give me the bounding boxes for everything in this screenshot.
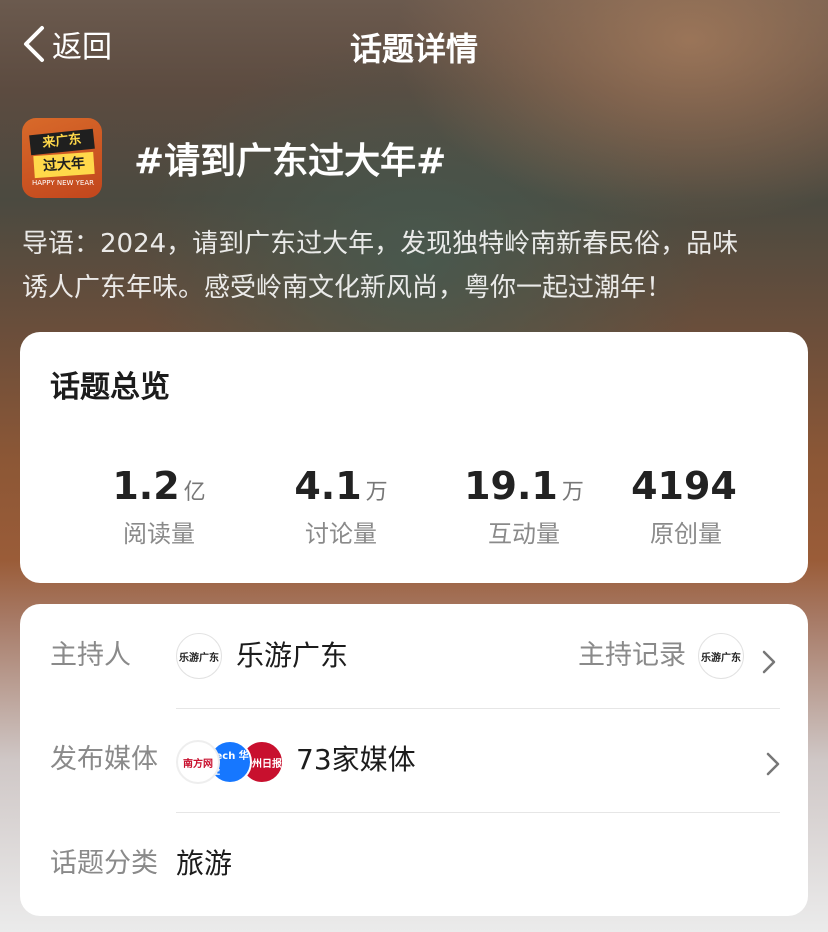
- media-count: 73家媒体: [296, 743, 416, 776]
- topic-logo-line-3: HAPPY NEW YEAR: [32, 179, 94, 187]
- stat-reads: 1.2 亿 阅读量: [79, 464, 239, 549]
- media-row[interactable]: 发布媒体 南方网 Tech 华经 广州日报 73家媒体: [20, 708, 808, 812]
- overview-card: 话题总览 1.2 亿 阅读量 4.1 万 讨论量 19.1 万 互动量 4194 原创…: [20, 332, 808, 583]
- stat-discussions: 4.1 万 讨论量: [261, 464, 421, 549]
- stat-unit: 万: [365, 480, 388, 505]
- host-record-link[interactable]: 主持记录: [578, 604, 686, 708]
- stat-value: 1.2: [112, 464, 180, 508]
- chevron-right-icon: [762, 650, 776, 674]
- category-label: 话题分类: [50, 848, 158, 879]
- host-name: 乐游广东: [236, 639, 349, 672]
- topic-logo-icon: 来广东 过大年 HAPPY NEW YEAR: [22, 118, 102, 198]
- category-value: 旅游: [176, 847, 233, 880]
- topic-header: 来广东 过大年 HAPPY NEW YEAR #请到广东过大年#: [22, 118, 446, 198]
- topic-intro-line-1: 导语：2024，请到广东过大年，发现独特岭南新春民俗，品味: [22, 229, 739, 259]
- media-label: 发布媒体: [50, 744, 158, 775]
- topic-intro: 导语：2024，请到广东过大年，发现独特岭南新春民俗，品味 诱人广东年味。感受岭…: [22, 222, 808, 310]
- page-title: 话题详情: [349, 30, 478, 68]
- stat-value: 4194: [631, 464, 737, 508]
- host-avatar: 乐游广东: [176, 633, 222, 679]
- stat-interactions: 19.1 万 互动量: [444, 464, 604, 549]
- category-row: 话题分类 旅游: [20, 812, 808, 916]
- overview-title: 话题总览: [50, 370, 170, 405]
- host-row[interactable]: 主持人 乐游广东 乐游广东 主持记录 乐游广东: [20, 604, 808, 708]
- host-record-avatar: 乐游广东: [698, 633, 744, 679]
- topic-logo-line-2: 过大年: [33, 151, 95, 179]
- stat-label: 讨论量: [305, 520, 377, 548]
- stat-label: 原创量: [650, 520, 722, 548]
- topic-intro-line-2: 诱人广东年味。感受岭南文化新风尚，粤你一起过潮年！: [22, 273, 673, 303]
- topic-title: #请到广东过大年#: [134, 141, 447, 182]
- stat-label: 互动量: [488, 520, 560, 548]
- stat-originals: 4194 原创量: [606, 464, 766, 549]
- host-label: 主持人: [50, 640, 131, 671]
- media-avatar-nanfang: 南方网: [176, 740, 220, 784]
- stat-value: 19.1: [464, 464, 558, 508]
- stat-unit: 亿: [183, 480, 206, 505]
- details-card: 主持人 乐游广东 乐游广东 主持记录 乐游广东 发布媒体 南方网 Tech 华经…: [20, 604, 808, 916]
- top-nav-bar: 返回 话题详情: [0, 0, 828, 90]
- topic-logo-line-1: 来广东: [29, 128, 95, 156]
- stat-label: 阅读量: [123, 520, 195, 548]
- stat-value: 4.1: [294, 464, 362, 508]
- chevron-right-icon: [766, 752, 780, 776]
- stat-unit: 万: [561, 480, 584, 505]
